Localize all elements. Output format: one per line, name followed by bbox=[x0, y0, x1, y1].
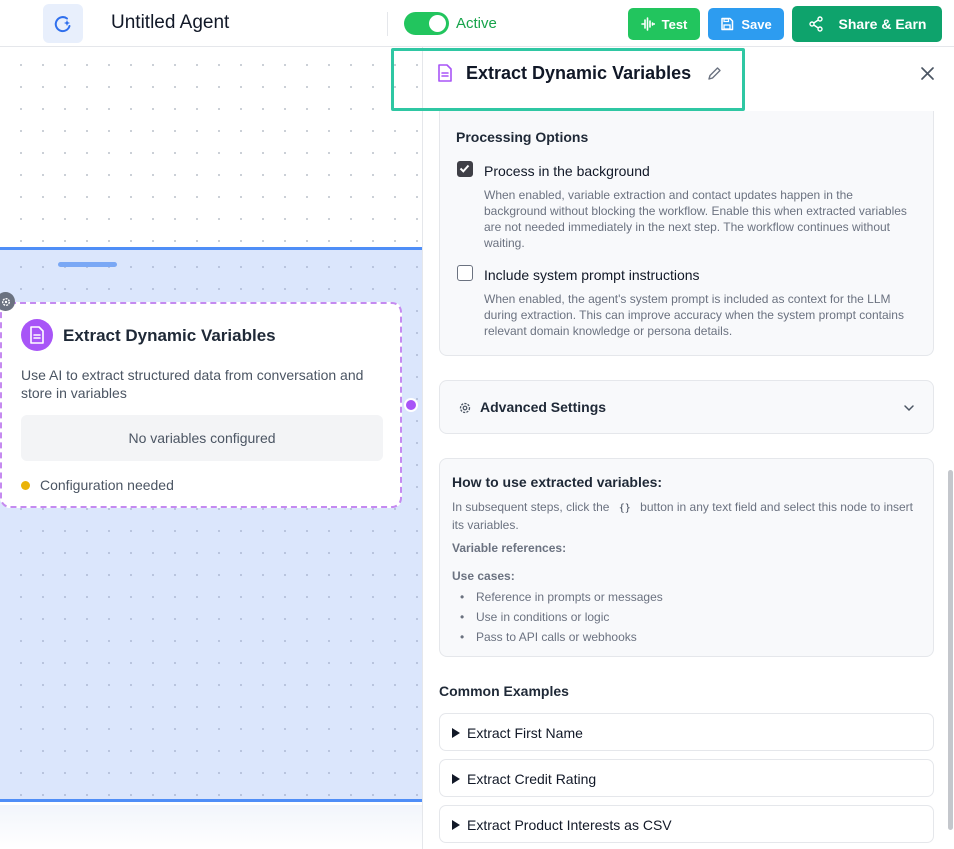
toggle-knob bbox=[429, 15, 446, 32]
example-label: Extract Product Interests as CSV bbox=[467, 817, 672, 833]
top-bar: Untitled Agent Active Test Save Share & … bbox=[0, 0, 954, 47]
share-icon bbox=[808, 16, 823, 32]
zone-drag-handle[interactable] bbox=[58, 262, 117, 267]
agent-sparkle-icon bbox=[54, 15, 71, 32]
include-system-prompt-label[interactable]: Include system prompt instructions bbox=[484, 267, 700, 283]
code-chip: {} bbox=[618, 503, 631, 514]
extract-variables-node[interactable]: Extract Dynamic Variables Use AI to extr… bbox=[0, 302, 402, 508]
processing-options-card: Processing Options Process in the backgr… bbox=[439, 111, 934, 356]
variable-references-label: Variable references: bbox=[452, 541, 567, 555]
common-examples-title: Common Examples bbox=[439, 683, 569, 699]
list-item: Reference in prompts or messages bbox=[452, 587, 663, 607]
checkmark-icon bbox=[459, 164, 470, 173]
save-button-label: Save bbox=[741, 16, 772, 32]
node-title: Extract Dynamic Variables bbox=[63, 326, 276, 345]
canvas-fade bbox=[0, 805, 422, 849]
active-status-label: Active bbox=[456, 15, 497, 32]
advanced-settings-label: Advanced Settings bbox=[480, 399, 607, 415]
howto-title: How to use extracted variables: bbox=[452, 474, 663, 490]
example-item[interactable]: Extract Credit Rating bbox=[439, 759, 934, 797]
example-label: Extract Credit Rating bbox=[467, 771, 597, 787]
example-item[interactable]: Extract Product Interests as CSV bbox=[439, 805, 934, 843]
use-cases-label: Use cases: bbox=[452, 569, 515, 583]
waveform-icon bbox=[640, 17, 655, 31]
disclosure-triangle-icon bbox=[452, 774, 460, 784]
include-system-prompt-description: When enabled, the agent's system prompt … bbox=[484, 292, 904, 338]
use-cases-list: Reference in prompts or messages Use in … bbox=[452, 587, 663, 647]
list-item: Use in conditions or logic bbox=[452, 607, 663, 627]
howto-text-before: In subsequent steps, click the bbox=[452, 500, 610, 514]
edit-title-pencil-icon[interactable] bbox=[706, 66, 722, 87]
share-earn-button[interactable]: Share & Earn bbox=[792, 6, 942, 42]
list-item: Pass to API calls or webhooks bbox=[452, 627, 663, 647]
howto-info-card: How to use extracted variables: In subse… bbox=[439, 458, 934, 657]
document-icon bbox=[21, 319, 53, 351]
close-panel-icon[interactable] bbox=[920, 66, 935, 86]
document-icon bbox=[437, 64, 453, 87]
processing-options-title: Processing Options bbox=[456, 129, 589, 145]
gear-icon bbox=[459, 402, 471, 414]
node-output-port[interactable] bbox=[404, 398, 418, 412]
chevron-down-icon bbox=[904, 405, 914, 412]
disclosure-triangle-icon bbox=[452, 820, 460, 830]
agent-title[interactable]: Untitled Agent bbox=[111, 12, 229, 34]
node-description: Use AI to extract structured data from c… bbox=[21, 367, 364, 401]
agent-logo-button[interactable] bbox=[43, 4, 83, 43]
header-divider bbox=[387, 12, 388, 36]
process-background-description: When enabled, variable extraction and co… bbox=[484, 188, 907, 250]
process-background-label[interactable]: Process in the background bbox=[484, 163, 650, 179]
node-empty-state: No variables configured bbox=[21, 415, 383, 461]
example-item[interactable]: Extract First Name bbox=[439, 713, 934, 751]
workflow-canvas[interactable]: Extract Dynamic Variables Use AI to extr… bbox=[0, 48, 422, 849]
panel-scrollbar[interactable] bbox=[948, 470, 953, 830]
share-earn-label: Share & Earn bbox=[838, 16, 927, 32]
panel-title: Extract Dynamic Variables bbox=[466, 63, 692, 83]
save-icon bbox=[721, 17, 734, 31]
include-system-prompt-checkbox[interactable] bbox=[457, 265, 473, 281]
howto-text: In subsequent steps, click the {} button… bbox=[452, 499, 922, 533]
disclosure-triangle-icon bbox=[452, 728, 460, 738]
test-button[interactable]: Test bbox=[628, 8, 700, 40]
test-button-label: Test bbox=[661, 16, 688, 32]
example-label: Extract First Name bbox=[467, 725, 583, 741]
node-status-text: Configuration needed bbox=[40, 477, 174, 493]
process-background-checkbox[interactable] bbox=[457, 161, 473, 177]
active-toggle[interactable] bbox=[404, 12, 449, 35]
save-button[interactable]: Save bbox=[708, 8, 784, 40]
status-dot bbox=[21, 481, 30, 490]
advanced-settings-accordion[interactable]: Advanced Settings bbox=[439, 380, 934, 434]
